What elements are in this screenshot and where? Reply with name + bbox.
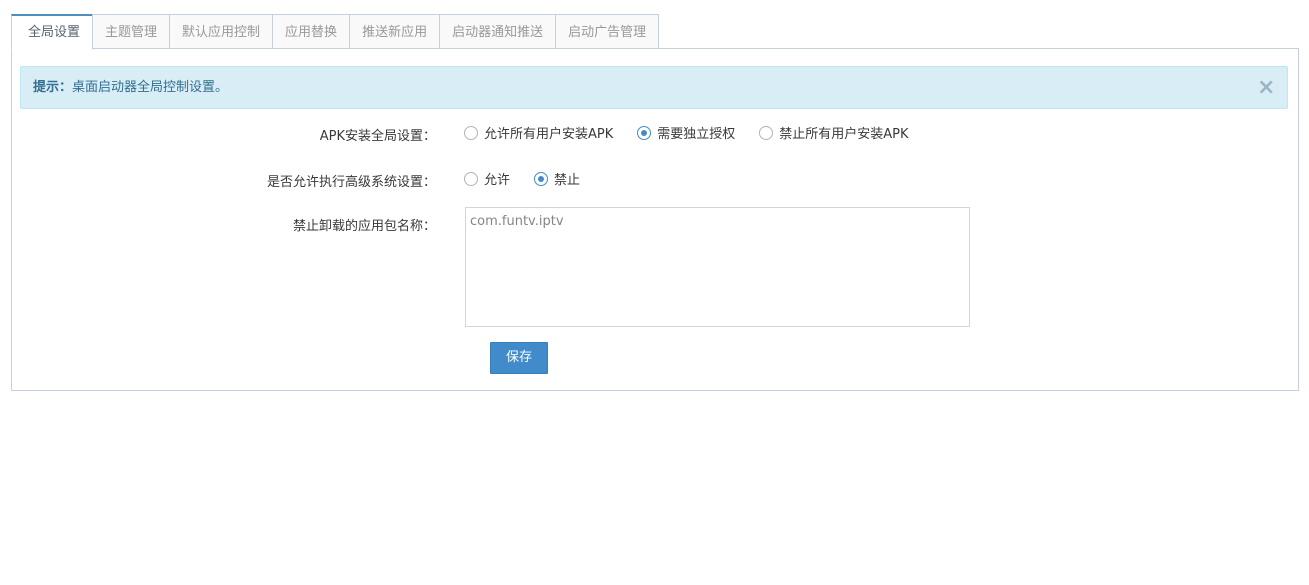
tab-global-settings[interactable]: 全局设置: [11, 14, 94, 50]
radio-forbid-all-apk[interactable]: 禁止所有用户安装APK: [759, 123, 909, 142]
radio-unchecked-icon[interactable]: [464, 171, 478, 186]
tab-default-app-control[interactable]: 默认应用控制: [169, 14, 274, 49]
alert-title: 提示：: [33, 80, 73, 95]
tab-push-new-app[interactable]: 推送新应用: [349, 14, 441, 49]
radio-unchecked-icon[interactable]: [464, 125, 478, 140]
radio-allow-advanced[interactable]: 允许: [464, 169, 510, 188]
advanced-setting-radio-group: 允许 禁止: [464, 169, 604, 188]
radio-checked-icon[interactable]: [637, 125, 652, 140]
tab-launch-ad-management[interactable]: 启动广告管理: [555, 14, 660, 49]
advanced-setting-label: 是否允许执行高级系统设置：: [266, 175, 436, 190]
uninstall-package-textarea[interactable]: com.funtv.iptv: [465, 207, 970, 327]
tab-launcher-notification-push[interactable]: 启动器通知推送: [439, 14, 557, 49]
radio-forbid-advanced[interactable]: 禁止: [534, 169, 580, 188]
radio-label: 需要独立授权: [657, 127, 736, 142]
radio-require-authorization[interactable]: 需要独立授权: [637, 123, 735, 142]
alert-message: 提示：桌面启动器全局控制设置。: [33, 79, 228, 97]
tab-content-panel: 提示：桌面启动器全局控制设置。 × APK安装全局设置： 允许所有用户安装APK…: [11, 48, 1299, 391]
apk-setting-radio-group: 允许所有用户安装APK 需要独立授权 禁止所有用户安装APK: [464, 123, 933, 142]
tab-bar: 全局设置 主题管理 默认应用控制 应用替换 推送新应用 启动器通知推送 启动广告…: [11, 14, 660, 50]
tab-app-replacement[interactable]: 应用替换: [272, 14, 351, 49]
radio-label: 允许: [484, 173, 511, 188]
tab-theme-management[interactable]: 主题管理: [92, 14, 171, 49]
radio-unchecked-icon[interactable]: [759, 125, 774, 140]
radio-checked-icon[interactable]: [534, 171, 549, 186]
uninstall-block-label: 禁止卸载的应用包名称：: [292, 219, 436, 234]
save-button[interactable]: 保存: [490, 342, 548, 374]
info-alert: 提示：桌面启动器全局控制设置。 ×: [20, 66, 1288, 109]
radio-label: 禁止: [554, 173, 581, 188]
radio-label: 禁止所有用户安装APK: [779, 127, 909, 142]
close-icon[interactable]: ×: [1257, 77, 1275, 99]
alert-body: 桌面启动器全局控制设置。: [72, 80, 229, 95]
radio-label: 允许所有用户安装APK: [484, 127, 614, 142]
apk-setting-label: APK安装全局设置：: [319, 129, 436, 144]
radio-allow-all-apk[interactable]: 允许所有用户安装APK: [464, 123, 613, 142]
